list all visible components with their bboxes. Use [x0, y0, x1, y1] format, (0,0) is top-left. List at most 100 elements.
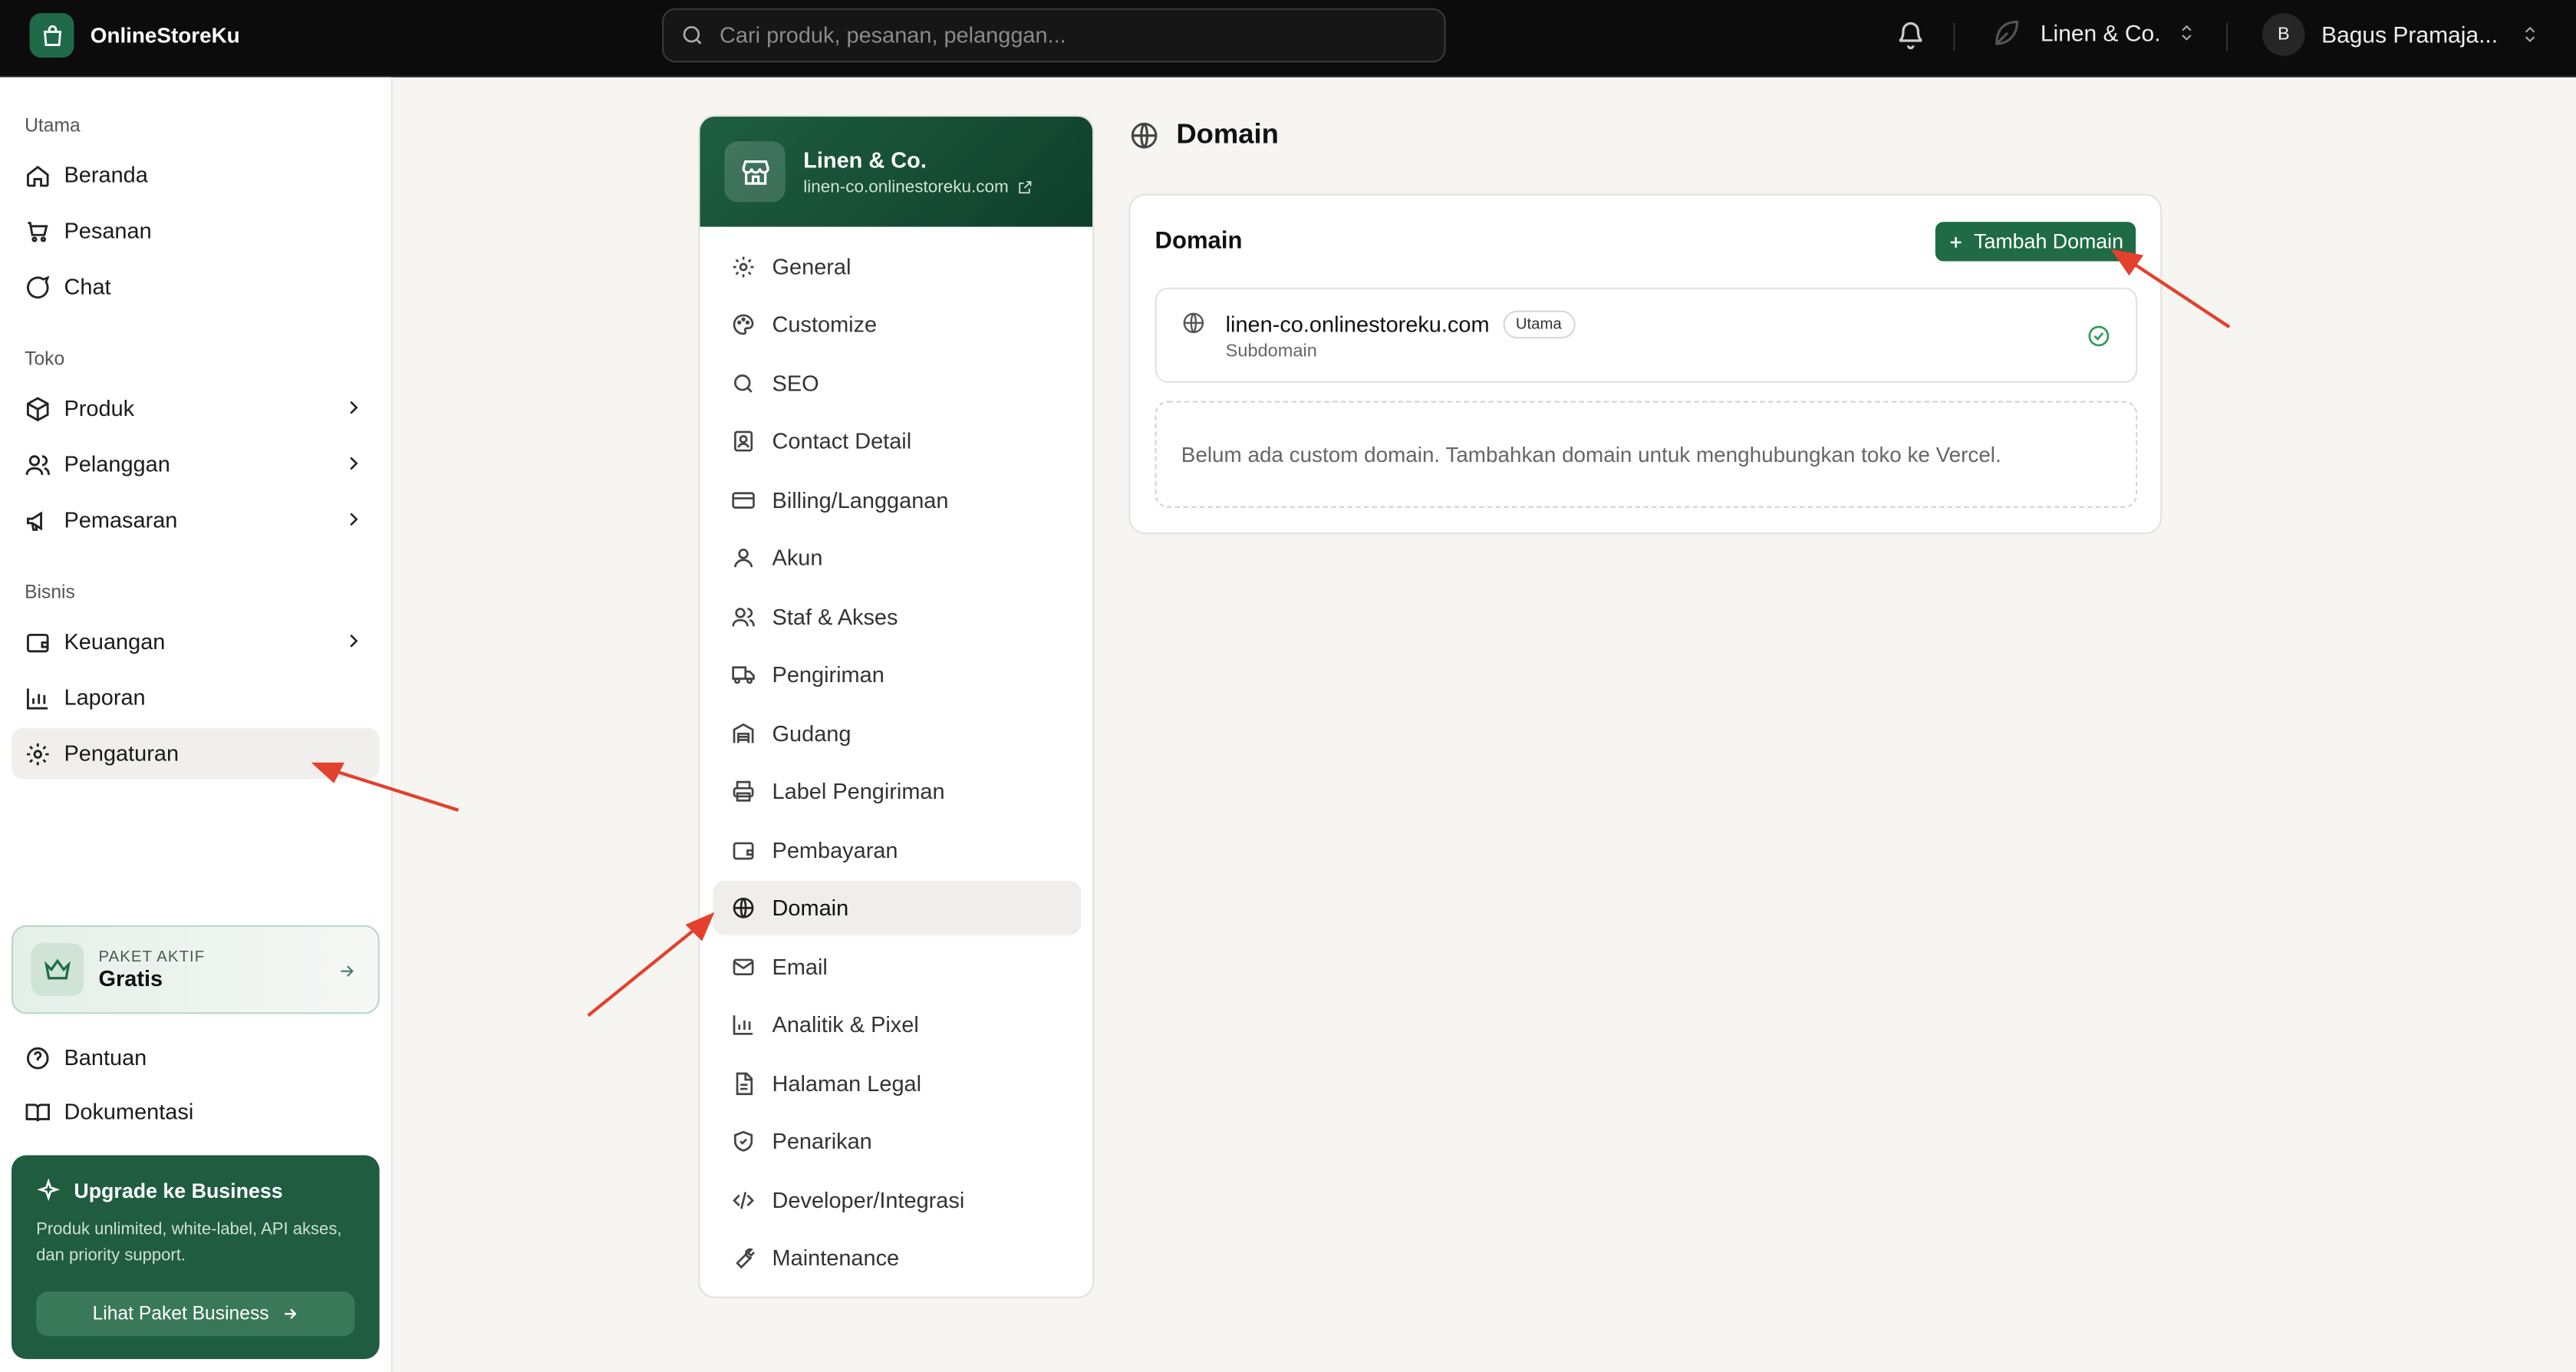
- sidebar-item-dokumentasi[interactable]: Dokumentasi: [12, 1087, 380, 1137]
- home-icon: [26, 164, 49, 186]
- settings-item-label: Pengiriman: [772, 662, 884, 688]
- settings-item-label: Contact Detail: [772, 428, 912, 454]
- search-bar[interactable]: [662, 8, 1446, 63]
- brand[interactable]: OnlineStoreKu: [29, 13, 240, 58]
- settings-item-penarikan[interactable]: Penarikan: [713, 1114, 1081, 1169]
- sidebar-item-beranda[interactable]: Beranda: [12, 150, 380, 200]
- card-title: Domain: [1155, 228, 1243, 255]
- settings-item-label: Maintenance: [772, 1245, 900, 1271]
- settings-item-staf-akses[interactable]: Staf & Akses: [713, 590, 1081, 645]
- settings-item-akun[interactable]: Akun: [713, 531, 1081, 585]
- gear-icon: [26, 742, 49, 765]
- settings-item-label: Pembayaran: [772, 838, 898, 863]
- sidebar-item-keuangan[interactable]: Keuangan: [12, 616, 380, 667]
- sidebar-item-label: Dokumentasi: [64, 1099, 194, 1124]
- empty-custom-domain: Belum ada custom domain. Tambahkan domai…: [1155, 401, 2138, 508]
- upgrade-button-label: Lihat Paket Business: [92, 1304, 269, 1324]
- credit-card-icon: [732, 492, 755, 509]
- store-switcher-label: Linen & Co.: [2040, 19, 2161, 46]
- settings-item-analitik[interactable]: Analitik & Pixel: [713, 998, 1081, 1052]
- settings-item-customize[interactable]: Customize: [713, 298, 1081, 352]
- active-plan-card[interactable]: PAKET AKTIF Gratis: [11, 925, 380, 1014]
- settings-item-label: Analitik & Pixel: [772, 1012, 919, 1037]
- sidebar-item-laporan[interactable]: Laporan: [12, 672, 380, 723]
- store-url: linen-co.onlinestoreku.com: [803, 176, 1009, 196]
- settings-item-label: Billing/Langganan: [772, 488, 949, 513]
- crown-icon: [31, 943, 84, 996]
- add-domain-label: Tambah Domain: [1974, 229, 2124, 253]
- sidebar-item-label: Bantuan: [64, 1045, 147, 1070]
- sidebar-item-pelanggan[interactable]: Pelanggan: [12, 439, 380, 490]
- store-name: Linen & Co.: [803, 147, 927, 172]
- sidebar-item-label: Pengaturan: [64, 740, 180, 766]
- globe-icon: [733, 897, 754, 919]
- sidebar-item-bantuan[interactable]: Bantuan: [12, 1032, 380, 1083]
- plus-icon: [1951, 236, 1962, 247]
- settings-item-billing[interactable]: Billing/Langganan: [713, 473, 1081, 528]
- users-icon: [732, 608, 755, 627]
- globe-icon: [1131, 121, 1158, 148]
- page-title-text: Domain: [1176, 118, 1279, 150]
- settings-item-maintenance[interactable]: Maintenance: [713, 1231, 1081, 1285]
- sidebar-item-chat[interactable]: Chat: [12, 262, 380, 312]
- contact-card-icon: [734, 430, 753, 452]
- gear-icon: [733, 256, 754, 278]
- external-link-icon: [1019, 180, 1032, 193]
- sidebar-item-label: Produk: [64, 396, 135, 421]
- sidebar-item-label: Keuangan: [64, 629, 166, 655]
- bell-icon[interactable]: [1896, 20, 1925, 58]
- settings-item-label: Akun: [772, 546, 823, 571]
- sidebar-item-pengaturan[interactable]: Pengaturan: [11, 727, 380, 780]
- truck-icon: [732, 666, 755, 684]
- settings-item-pengiriman[interactable]: Pengiriman: [713, 648, 1081, 702]
- settings-item-label: SEO: [772, 371, 819, 397]
- store-switcher[interactable]: Linen & Co.: [1991, 16, 2197, 49]
- top-bar: OnlineStoreKu Linen & Co. B Bagus Pramaj…: [0, 0, 2576, 78]
- search-input[interactable]: [720, 22, 1377, 48]
- search-icon: [734, 374, 753, 393]
- settings-item-general[interactable]: General: [713, 240, 1081, 295]
- settings-item-developer[interactable]: Developer/Integrasi: [713, 1173, 1081, 1228]
- divider: [2225, 22, 2228, 51]
- store-header: Linen & Co. linen-co.onlinestoreku.com: [700, 117, 1093, 227]
- wallet-icon: [733, 842, 754, 860]
- sidebar-item-label: Pesanan: [64, 218, 152, 243]
- settings-item-seo[interactable]: SEO: [713, 357, 1081, 411]
- sidebar-item-pemasaran[interactable]: Pemasaran: [12, 495, 380, 546]
- view-business-plan-button[interactable]: Lihat Paket Business: [36, 1291, 355, 1337]
- add-domain-button[interactable]: Tambah Domain: [1935, 222, 2136, 262]
- arrow-right-icon: [341, 965, 354, 977]
- help-icon: [26, 1046, 49, 1069]
- settings-item-label: Label Pengiriman: [772, 779, 945, 804]
- user-name: Bagus Pramaja...: [2321, 21, 2499, 48]
- user-icon: [734, 549, 753, 568]
- settings-item-domain[interactable]: Domain: [713, 880, 1082, 935]
- domain-type: Subdomain: [1225, 341, 1317, 362]
- section-label-utama: Utama: [25, 117, 81, 137]
- settings-item-label: Halaman Legal: [772, 1071, 922, 1097]
- sidebar-item-pesanan[interactable]: Pesanan: [12, 206, 380, 256]
- shield-check-icon: [734, 1130, 753, 1152]
- upgrade-description: Produk unlimited, white-label, API akses…: [36, 1221, 342, 1266]
- settings-item-pembayaran[interactable]: Pembayaran: [713, 823, 1081, 878]
- wrench-icon: [736, 1248, 755, 1269]
- user-menu[interactable]: B Bagus Pramaja...: [2261, 13, 2541, 56]
- settings-item-label: Developer/Integrasi: [772, 1188, 965, 1213]
- sidebar-item-label: Chat: [64, 274, 111, 299]
- settings-item-label-pengiriman[interactable]: Label Pengiriman: [713, 764, 1081, 819]
- domain-row: linen-co.onlinestoreku.com Utama Subdoma…: [1155, 287, 2138, 383]
- sidebar-item-label: Pelanggan: [64, 451, 170, 477]
- chevron-up-down-icon: [2525, 26, 2536, 43]
- sidebar-item-produk[interactable]: Produk: [12, 383, 380, 434]
- store-icon: [724, 141, 786, 203]
- section-label-bisnis: Bisnis: [25, 583, 75, 603]
- settings-item-email[interactable]: Email: [713, 940, 1081, 994]
- sidebar: Utama Beranda Pesanan Chat Toko Produk P…: [0, 77, 393, 1372]
- settings-item-gudang[interactable]: Gudang: [713, 707, 1081, 761]
- box-icon: [26, 396, 49, 421]
- settings-item-halaman-legal[interactable]: Halaman Legal: [713, 1057, 1081, 1111]
- sidebar-item-label: Pemasaran: [64, 507, 178, 533]
- settings-item-contact-detail[interactable]: Contact Detail: [713, 414, 1081, 469]
- store-url-link[interactable]: linen-co.onlinestoreku.com: [803, 176, 1033, 196]
- upgrade-card: Upgrade ke Business Produk unlimited, wh…: [11, 1155, 380, 1360]
